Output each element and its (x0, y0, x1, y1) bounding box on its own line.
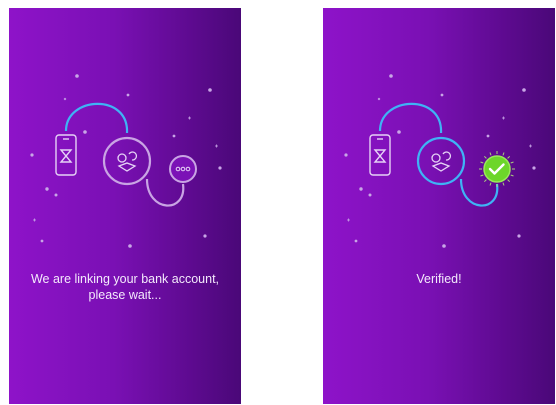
check-badge-icon (479, 151, 515, 187)
verified-screen: Verified! (323, 8, 555, 404)
smartphone-hourglass-icon (369, 134, 391, 176)
linking-illustration (30, 74, 222, 248)
linking-message: We are linking your bank account, please… (9, 271, 241, 303)
verified-message-text: Verified! (416, 272, 462, 286)
smartphone-hourglass-icon (55, 134, 77, 176)
linking-screen: We are linking your bank account, please… (9, 8, 241, 404)
verified-message: Verified! (323, 271, 555, 287)
bank-link-icon (416, 136, 466, 186)
linking-message-line-1: We are linking your bank account, (30, 272, 220, 286)
three-dots-pending-icon (169, 155, 197, 183)
verified-illustration (344, 74, 536, 248)
linking-message-line-2: please wait... (88, 288, 162, 302)
bank-link-icon (102, 136, 152, 186)
